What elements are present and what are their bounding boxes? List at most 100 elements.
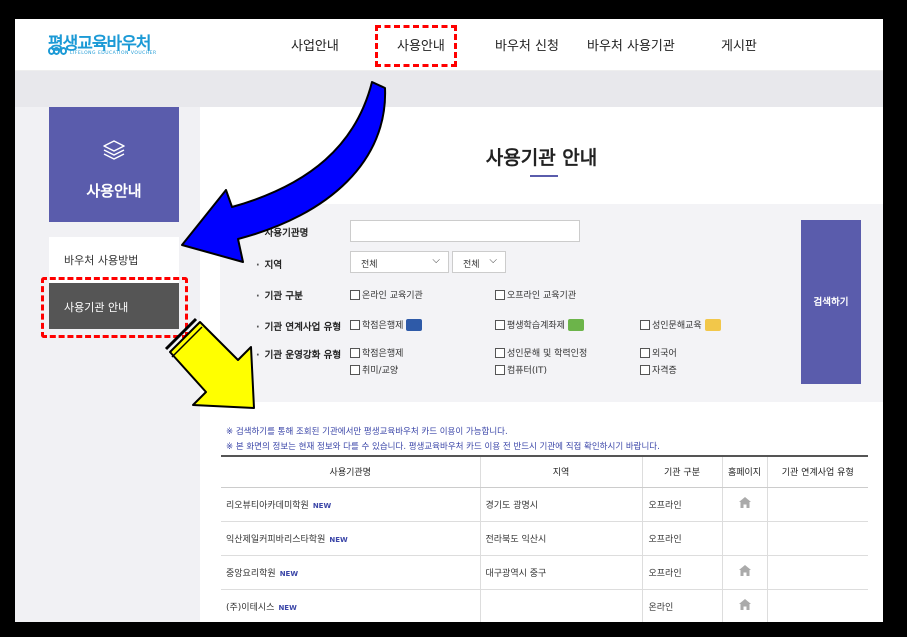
checkbox-label: 성인문해교육: [652, 321, 702, 331]
checkbox-label: 자격증: [652, 366, 677, 376]
checkbox-offline[interactable]: 오프라인 교육기관: [495, 288, 576, 301]
cell-homepage: [722, 589, 768, 622]
cell-link-type: [767, 589, 868, 622]
cell-type: 오프라인: [642, 555, 723, 590]
sidebar-highlight-annotation: [41, 277, 188, 338]
checkbox-box[interactable]: [640, 319, 650, 330]
checkbox-label: 컴퓨터(IT): [507, 366, 548, 376]
cell-link-type: [767, 487, 868, 522]
checkbox-label: 취미/교양: [362, 366, 399, 376]
checkbox-box[interactable]: [350, 364, 360, 375]
col-header-name: 사용기관명: [221, 455, 481, 488]
cell-homepage: [722, 521, 768, 556]
checkbox-box[interactable]: [640, 347, 650, 358]
table-row[interactable]: 중앙요리학원 NEW 대구광역시 중구 오프라인: [221, 555, 868, 590]
checkbox-learning-account[interactable]: 평생학습계좌제: [495, 318, 584, 331]
checkbox-box[interactable]: [350, 289, 360, 300]
nav-business-info[interactable]: 사업안내: [291, 35, 339, 54]
region-select-province[interactable]: 전체 ⌵: [350, 251, 449, 273]
chevron-down-icon: ⌵: [432, 255, 440, 266]
new-badge: NEW: [278, 603, 297, 612]
checkbox-box[interactable]: [350, 319, 360, 330]
cell-name[interactable]: 익산제일커피바리스타학원 NEW: [221, 521, 481, 556]
checkbox-strength-credit-bank[interactable]: 학점은행제: [350, 346, 403, 359]
title-underline: [530, 175, 558, 177]
cell-type: 온라인: [642, 589, 723, 622]
sidebar-title: 사용안내: [86, 182, 142, 200]
checkbox-box[interactable]: [640, 364, 650, 375]
checkbox-box[interactable]: [495, 364, 505, 375]
chevron-down-icon: ⌵: [489, 255, 497, 266]
checkbox-strength-computer[interactable]: 컴퓨터(IT): [495, 363, 547, 376]
checkbox-box[interactable]: [495, 347, 505, 358]
institution-table: 사용기관명 지역 기관 구분 홈페이지 기관 연계사업 유형 리오뷰티아카데미학…: [221, 455, 868, 622]
checkbox-label: 외국어: [652, 349, 677, 359]
site-header: 평생교육바우처 LIFELONG EDUCATION VOUCHER 사업안내 …: [15, 19, 883, 71]
type-label: 기관 구분: [256, 288, 303, 302]
checkbox-box[interactable]: [350, 347, 360, 358]
home-icon[interactable]: [738, 497, 751, 508]
home-icon[interactable]: [738, 565, 751, 576]
checkbox-strength-certificate[interactable]: 자격증: [640, 363, 677, 376]
checkbox-label: 학점은행제: [362, 349, 404, 359]
adult-literacy-emblem-icon: [704, 318, 721, 331]
region-select-province-value: 전체: [361, 260, 378, 270]
checkbox-label: 온라인 교육기관: [362, 291, 423, 301]
table-row[interactable]: (주)이테시스 NEW 온라인: [221, 589, 868, 622]
cell-name[interactable]: 중앙요리학원 NEW: [221, 555, 481, 590]
col-header-homepage: 홈페이지: [722, 455, 768, 488]
table-header-row: 사용기관명 지역 기관 구분 홈페이지 기관 연계사업 유형: [221, 455, 868, 488]
cell-name[interactable]: (주)이테시스 NEW: [221, 589, 481, 622]
nav-board[interactable]: 게시판: [721, 35, 757, 54]
checkbox-box[interactable]: [495, 289, 505, 300]
region-select-city[interactable]: 전체 ⌵: [452, 251, 506, 273]
checkbox-online[interactable]: 온라인 교육기관: [350, 288, 423, 301]
checkbox-adult-literacy[interactable]: 성인문해교육: [640, 318, 721, 331]
site-logo[interactable]: 평생교육바우처 LIFELONG EDUCATION VOUCHER: [48, 29, 158, 63]
learning-account-emblem-icon: [567, 318, 584, 331]
nav-voucher-apply[interactable]: 바우처 신청: [495, 35, 559, 54]
home-icon[interactable]: [738, 599, 751, 610]
new-badge: NEW: [329, 535, 348, 544]
table-row[interactable]: 익산제일커피바리스타학원 NEW 전라북도 익산시 오프라인: [221, 521, 868, 556]
search-panel: 사용기관명 지역 전체 ⌵ 전체 ⌵ 기관 구분 온라인 교육기관 오프라인 교…: [220, 204, 883, 402]
nav-voucher-institutions[interactable]: 바우처 사용기관: [587, 35, 675, 54]
checkbox-box[interactable]: [495, 319, 505, 330]
page-title: 사용기관 안내: [485, 147, 598, 169]
institution-name-input[interactable]: [350, 220, 580, 242]
col-header-region: 지역: [480, 455, 643, 488]
cell-name[interactable]: 리오뷰티아카데미학원 NEW: [221, 487, 481, 522]
col-header-link-type: 기관 연계사업 유형: [767, 455, 868, 488]
institution-name: 중앙요리학원: [226, 568, 276, 579]
checkbox-credit-bank[interactable]: 학점은행제: [350, 318, 423, 331]
name-label: 사용기관명: [256, 225, 309, 239]
cell-type: 오프라인: [642, 487, 723, 522]
layers-icon: [103, 140, 125, 160]
checkbox-label: 성인문해 및 학력인정: [507, 349, 588, 359]
logo-subtitle: LIFELONG EDUCATION VOUCHER: [70, 51, 157, 56]
new-badge: NEW: [312, 501, 332, 510]
cell-link-type: [767, 555, 868, 590]
main-content: 사용기관 안내 사용기관명 지역 전체 ⌵ 전체 ⌵ 기관 구분 온라인 교육기…: [200, 107, 883, 622]
institution-name: (주)이테시스: [226, 602, 275, 613]
notice-2: ※ 본 화면의 정보는 현재 정보와 다를 수 있습니다. 평생교육바우처 카드…: [226, 442, 660, 452]
institution-name: 리오뷰티아카데미학원: [226, 500, 309, 511]
checkbox-strength-foreign-language[interactable]: 외국어: [640, 346, 677, 359]
checkbox-label: 평생학습계좌제: [507, 321, 565, 331]
cell-type: 오프라인: [642, 521, 723, 556]
browser-frame: 평생교육바우처 LIFELONG EDUCATION VOUCHER 사업안내 …: [15, 19, 883, 622]
header-band: [15, 71, 883, 107]
nav-highlight-annotation: [375, 25, 457, 67]
table-row[interactable]: 리오뷰티아카데미학원 NEW 경기도 광명시 오프라인: [221, 487, 868, 522]
search-button[interactable]: 검색하기: [801, 220, 861, 384]
strength-type-label: 기관 운영강화 유형: [256, 347, 342, 361]
cell-region: 경기도 광명시: [480, 487, 643, 522]
checkbox-strength-hobby[interactable]: 취미/교양: [350, 363, 398, 376]
checkbox-label: 학점은행제: [362, 321, 404, 331]
checkbox-strength-literacy[interactable]: 성인문해 및 학력인정: [495, 346, 587, 359]
col-header-type: 기관 구분: [642, 455, 723, 488]
cell-link-type: [767, 521, 868, 556]
region-select-city-value: 전체: [463, 260, 480, 270]
cell-homepage: [722, 487, 768, 522]
institution-name: 익산제일커피바리스타학원: [226, 534, 326, 545]
